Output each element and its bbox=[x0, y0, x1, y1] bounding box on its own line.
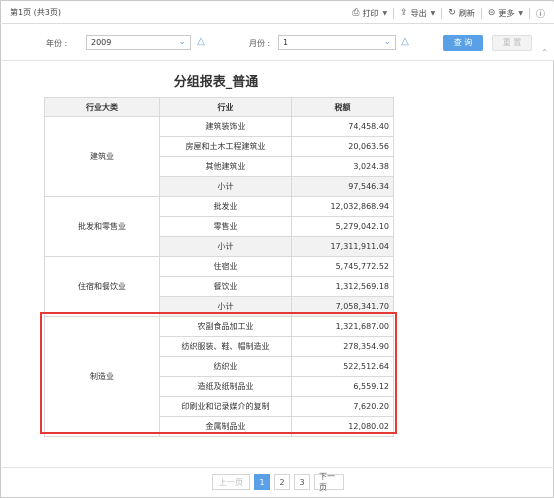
chevron-down-icon: ▼ bbox=[382, 9, 388, 17]
export-label: 导出 bbox=[410, 8, 427, 18]
print-button[interactable]: ⎙ 打印 ▼ bbox=[347, 6, 392, 20]
pager-divider bbox=[2, 467, 554, 468]
subtotal-label: 小计 bbox=[159, 176, 292, 197]
chevron-down-icon: ⌄ bbox=[178, 37, 186, 47]
industry-cell: 批发业 bbox=[159, 196, 292, 217]
tax-cell: 12,032,868.94 bbox=[291, 196, 394, 217]
subtotal-label: 小计 bbox=[159, 236, 292, 257]
tax-cell: 20,063.56 bbox=[291, 136, 394, 157]
chevron-down-icon: ▼ bbox=[518, 9, 523, 17]
page-indicator: 第1页 (共3页) bbox=[10, 8, 61, 17]
tax-cell: 74,458.40 bbox=[291, 116, 394, 137]
page-button-2[interactable]: 2 bbox=[274, 474, 290, 490]
tax-cell: 1,321,687.00 bbox=[291, 316, 394, 337]
refresh-button[interactable]: ↻ 刷新 bbox=[443, 6, 480, 20]
table-row: 制造业 农副食品加工业 1,321,687.00 bbox=[44, 316, 394, 437]
month-value: 1 bbox=[283, 38, 289, 47]
year-label: 年份 : bbox=[46, 39, 68, 48]
clear-month-icon[interactable]: △ bbox=[399, 36, 411, 48]
tax-cell: 522,512.64 bbox=[291, 356, 394, 377]
help-button[interactable]: ⓘ bbox=[531, 6, 550, 20]
tax-cell: 7,620.20 bbox=[291, 396, 394, 417]
industry-cell: 餐饮业 bbox=[159, 276, 292, 297]
toolbar-divider bbox=[441, 7, 443, 19]
industry-cell: 纺织业 bbox=[159, 356, 292, 377]
toolbar-divider bbox=[480, 7, 482, 19]
table-row: 建筑业 建筑装饰业 74,458.40 bbox=[44, 116, 394, 197]
collapse-icon[interactable]: ⌃ bbox=[541, 48, 548, 57]
prev-page-button[interactable]: 上一页 bbox=[212, 474, 250, 490]
industry-cell: 房屋和土木工程建筑业 bbox=[159, 136, 292, 157]
table-header-row: 行业大类 行业 税额 bbox=[44, 97, 394, 117]
category-cell: 批发和零售业 bbox=[44, 196, 160, 257]
subtotal-value: 7,058,341.70 bbox=[291, 296, 394, 317]
chevron-down-icon: ⌄ bbox=[383, 37, 391, 47]
printer-icon: ⎙ bbox=[352, 8, 360, 18]
export-button[interactable]: ⇪ 导出 ▼ bbox=[395, 6, 440, 20]
industry-cell: 建筑装饰业 bbox=[159, 116, 292, 137]
reset-button[interactable]: 重 置 bbox=[492, 35, 532, 51]
industry-cell: 零售业 bbox=[159, 216, 292, 237]
toolbar: 第1页 (共3页) ⎙ 打印 ▼ ⇪ 导出 ▼ ↻ 刷新 ⊝ 更多 ▼ ⓘ bbox=[2, 2, 554, 24]
report-title: 分组报表_普通 bbox=[173, 75, 259, 90]
pagination: 上一页 1 2 3 下一页 bbox=[1, 472, 554, 492]
tax-cell: 12,080.02 bbox=[291, 416, 394, 437]
tax-cell: 5,279,042.10 bbox=[291, 216, 394, 237]
filter-bar: 年份 : 2009 ⌄ △ 月份 : 1 ⌄ △ 查 询 重 置 ⌃ bbox=[2, 24, 554, 61]
chevron-down-icon: ▼ bbox=[430, 9, 436, 17]
industry-cell: 农副食品加工业 bbox=[159, 316, 292, 337]
export-icon: ⇪ bbox=[400, 8, 408, 18]
tax-cell: 1,312,569.18 bbox=[291, 276, 394, 297]
category-cell: 住宿和餐饮业 bbox=[44, 256, 160, 317]
industry-cell: 纺织服装、鞋、帽制造业 bbox=[159, 336, 292, 357]
toolbar-actions: ⎙ 打印 ▼ ⇪ 导出 ▼ ↻ 刷新 ⊝ 更多 ▼ ⓘ bbox=[347, 6, 550, 20]
industry-cell: 印刷业和记录媒介的复制 bbox=[159, 396, 292, 417]
more-icon: ⊝ bbox=[487, 8, 496, 18]
year-value: 2009 bbox=[91, 38, 112, 47]
industry-cell: 其他建筑业 bbox=[159, 156, 292, 177]
subtotal-value: 17,311,911.04 bbox=[291, 236, 394, 257]
month-select[interactable]: 1 ⌄ bbox=[278, 35, 396, 50]
header-industry: 行业 bbox=[159, 97, 292, 117]
print-label: 打印 bbox=[362, 8, 379, 18]
industry-cell: 住宿业 bbox=[159, 256, 292, 277]
more-label: 更多 bbox=[498, 8, 515, 18]
subtotal-value: 97,546.34 bbox=[291, 176, 394, 197]
refresh-label: 刷新 bbox=[458, 8, 475, 18]
subtotal-label: 小计 bbox=[159, 296, 292, 317]
table-row: 批发和零售业 批发业 12,032,868.94 bbox=[44, 196, 394, 257]
header-category: 行业大类 bbox=[44, 97, 160, 117]
page-button-1[interactable]: 1 bbox=[254, 474, 270, 490]
tax-cell: 3,024.38 bbox=[291, 156, 394, 177]
industry-cell: 造纸及纸制品业 bbox=[159, 376, 292, 397]
query-button[interactable]: 查 询 bbox=[443, 35, 483, 51]
clear-year-icon[interactable]: △ bbox=[195, 36, 207, 48]
toolbar-divider bbox=[393, 7, 395, 19]
refresh-icon: ↻ bbox=[448, 8, 456, 18]
next-page-button[interactable]: 下一页 bbox=[314, 472, 344, 492]
tax-cell: 6,559.12 bbox=[291, 376, 394, 397]
report-viewer: 第1页 (共3页) ⎙ 打印 ▼ ⇪ 导出 ▼ ↻ 刷新 ⊝ 更多 ▼ ⓘ 年份… bbox=[0, 0, 554, 498]
category-cell: 制造业 bbox=[44, 316, 160, 437]
tax-cell: 5,745,772.52 bbox=[291, 256, 394, 277]
more-button[interactable]: ⊝ 更多 ▼ bbox=[483, 6, 528, 20]
year-select[interactable]: 2009 ⌄ bbox=[86, 35, 191, 50]
report-table: 行业大类 行业 税额 建筑业 建筑装饰业 74,458.40 房屋和土木工程建筑… bbox=[44, 97, 394, 437]
header-tax: 税额 bbox=[291, 97, 394, 117]
category-cell: 建筑业 bbox=[44, 116, 160, 197]
industry-cell: 金属制品业 bbox=[159, 416, 292, 437]
tax-cell: 278,354.90 bbox=[291, 336, 394, 357]
table-row: 住宿和餐饮业 住宿业 5,745,772.52 bbox=[44, 256, 394, 317]
page-button-3[interactable]: 3 bbox=[294, 474, 310, 490]
help-icon: ⓘ bbox=[535, 9, 545, 20]
toolbar-divider bbox=[528, 7, 530, 19]
month-label: 月份 : bbox=[249, 39, 271, 48]
